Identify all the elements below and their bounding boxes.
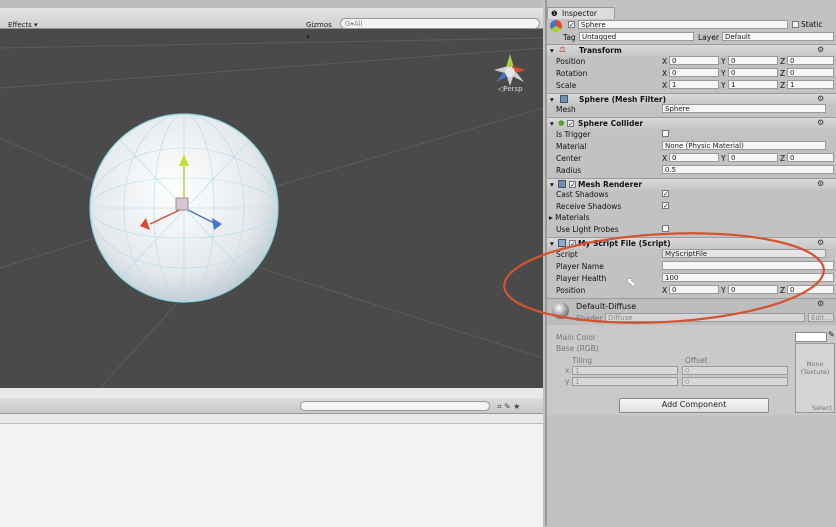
component-settings-gear-icon[interactable]: ⚙ [817, 45, 824, 54]
materials-label: Materials [555, 213, 590, 222]
mesh-label: Mesh [556, 105, 576, 114]
component-settings-gear-icon[interactable]: ⚙ [817, 94, 824, 103]
radius-field[interactable]: 0.5 [662, 165, 834, 174]
project-body [0, 423, 543, 527]
collider-material-label: Material [556, 142, 587, 151]
tag-label: Tag [563, 33, 576, 42]
inspector-tab-label: Inspector [562, 9, 597, 18]
component-settings-gear-icon[interactable]: ⚙ [817, 179, 824, 188]
tiling-label: Tiling [572, 356, 593, 365]
position-y-field[interactable]: 0 [728, 56, 778, 65]
add-component-label: Add Component [661, 400, 727, 409]
sphere-collider-header[interactable]: ▾ ● ✓ Sphere Collider ⚙ [547, 117, 836, 129]
offset-y-field[interactable]: 0 [682, 377, 788, 386]
mesh-renderer-title: Mesh Renderer [578, 180, 643, 189]
mesh-filter-title: Sphere (Mesh Filter) [579, 95, 667, 104]
scene-canvas[interactable] [0, 28, 543, 388]
cast-shadows-label: Cast Shadows [556, 190, 609, 199]
collider-icon: ● [558, 118, 565, 127]
persp-label[interactable]: ◁Persp [498, 85, 523, 93]
static-label: Static [801, 20, 823, 29]
scale-label: Scale [556, 81, 577, 90]
mesh-field[interactable]: Sphere [662, 104, 826, 113]
tag-dropdown[interactable]: Untagged [579, 32, 694, 41]
texture-type-label: (Texture) [800, 368, 830, 376]
rotation-x-field[interactable]: 0 [669, 68, 719, 77]
inspector-tab[interactable]: ❶ Inspector [547, 7, 615, 19]
eyedropper-icon[interactable]: ✎ [828, 330, 835, 339]
scene-tab-strip [0, 0, 543, 8]
main-color-swatch[interactable] [795, 332, 827, 342]
transform-header[interactable]: ▾ ⚖ Transform ⚙ [547, 44, 836, 56]
transform-title: Transform [579, 46, 622, 55]
scale-x-field[interactable]: 1 [669, 80, 719, 89]
receive-shadows-label: Receive Shadows [556, 202, 622, 211]
orientation-gizmo[interactable] [494, 54, 526, 86]
position-x-field[interactable]: 0 [669, 56, 719, 65]
collider-material-field[interactable]: None (Physic Material) [662, 141, 826, 150]
tag-value: Untagged [582, 33, 617, 41]
rotation-z-field[interactable]: 0 [787, 68, 834, 77]
texture-slot[interactable]: None (Texture) Select [795, 343, 835, 413]
materials-foldout[interactable]: ▸ Materials [549, 213, 590, 222]
foldout-arrow-icon: ▾ [550, 119, 554, 128]
renderer-enabled-checkbox[interactable]: ✓ [569, 181, 576, 189]
position-z-field[interactable]: 0 [787, 56, 834, 65]
cast-shadows-checkbox[interactable]: ✓ [662, 190, 669, 198]
foldout-arrow-icon: ▾ [550, 46, 554, 55]
layer-value: Default [725, 33, 751, 41]
texture-none-label: None [806, 360, 824, 368]
scene-search-placeholder: G▾All [345, 20, 363, 28]
active-checkbox[interactable]: ✓ [568, 21, 575, 29]
object-name-field[interactable]: Sphere [578, 20, 788, 29]
rotation-y-field[interactable]: 0 [728, 68, 778, 77]
offset-x-field[interactable]: 0 [682, 366, 788, 375]
component-settings-gear-icon[interactable]: ⚙ [817, 118, 824, 127]
object-name-value: Sphere [581, 21, 606, 29]
add-component-button[interactable]: Add Component [619, 398, 769, 413]
center-label: Center [556, 154, 582, 163]
rotation-label: Rotation [556, 69, 588, 78]
mesh-filter-icon [560, 95, 568, 103]
transform-icon: ⚖ [559, 45, 566, 54]
gameobject-icon [550, 20, 562, 32]
is-trigger-checkbox[interactable] [662, 130, 669, 137]
foldout-arrow-icon: ▾ [550, 180, 554, 189]
center-y-field[interactable]: 0 [728, 153, 778, 162]
center-x-field[interactable]: 0 [669, 153, 719, 162]
tiling-y-field[interactable]: 1 [572, 377, 678, 386]
center-z-field[interactable]: 0 [787, 153, 834, 162]
main-color-label: Main Color [556, 333, 596, 342]
base-label: Base (RGB) [556, 344, 599, 353]
foldout-arrow-icon: ▾ [550, 95, 554, 104]
highlight-annotation [503, 232, 825, 324]
offset-label: Offset [685, 356, 708, 365]
static-checkbox[interactable] [792, 21, 799, 28]
layer-dropdown[interactable]: Default [722, 32, 834, 41]
collider-enabled-checkbox[interactable]: ✓ [567, 120, 574, 128]
radius-label: Radius [556, 166, 582, 175]
info-icon: ❶ [551, 9, 558, 18]
mesh-renderer-header[interactable]: ▾ ✓ Mesh Renderer ⚙ [547, 178, 836, 190]
project-search-input[interactable] [300, 401, 490, 411]
mesh-renderer-icon [558, 180, 566, 188]
scale-y-field[interactable]: 1 [728, 80, 778, 89]
position-label: Position [556, 57, 586, 66]
layer-label: Layer [698, 33, 719, 42]
collider-title: Sphere Collider [578, 119, 644, 128]
texture-select-button[interactable]: Select [796, 404, 834, 412]
filter-icons[interactable]: ⌗ ✎ ★ [497, 402, 520, 412]
scale-z-field[interactable]: 1 [787, 80, 834, 89]
receive-shadows-checkbox[interactable]: ✓ [662, 202, 669, 210]
is-trigger-label: Is Trigger [556, 130, 591, 139]
tiling-x-field[interactable]: 1 [572, 366, 678, 375]
